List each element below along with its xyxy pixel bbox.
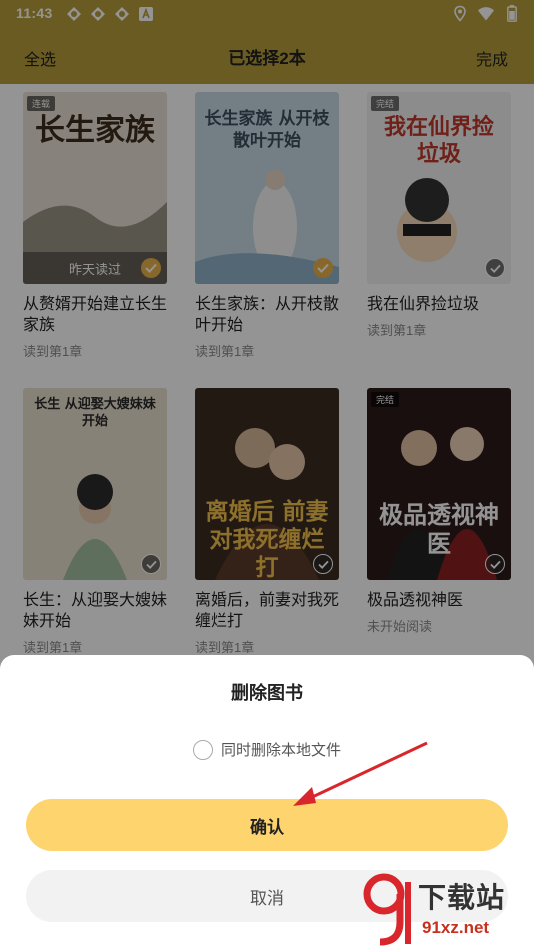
delete-local-file-option[interactable]: 同时删除本地文件 [0,739,534,760]
radio-button[interactable] [192,739,213,760]
watermark-text: 下载站 [418,882,506,913]
watermark-url: 91xz.net [422,918,490,937]
option-label: 同时删除本地文件 [220,742,341,759]
dialog-title: 删除图书 [231,683,303,703]
site-watermark: 下载站 91xz.net [360,872,528,948]
watermark-logo-icon [363,873,411,946]
confirm-button[interactable]: 确认 [26,799,508,851]
